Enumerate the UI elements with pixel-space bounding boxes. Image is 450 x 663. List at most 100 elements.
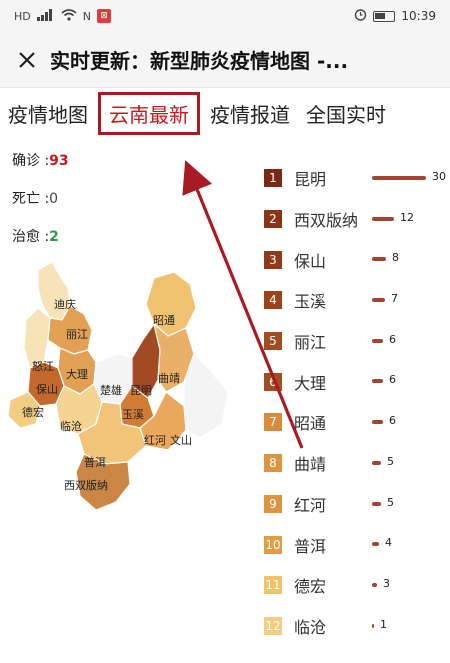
region-wenshan[interactable] xyxy=(183,352,229,439)
cured-value: 2 xyxy=(49,229,59,245)
rank-bar xyxy=(372,460,381,465)
status-bar: HD N ⊠ 10:39 xyxy=(0,0,450,32)
ranking-row[interactable]: 3 保山 8 xyxy=(264,239,450,280)
map-label-baoshan: 保山 xyxy=(36,382,58,396)
map-label-dali: 大理 xyxy=(66,367,88,381)
rank-value: 7 xyxy=(391,292,398,306)
status-right-icons: 10:39 xyxy=(354,8,436,24)
rank-bar xyxy=(372,176,426,180)
rank-city-name: 红河 xyxy=(294,495,327,515)
map-label-chuxiong: 楚雄 xyxy=(100,383,122,397)
tab-national-realtime[interactable]: 全国实时 xyxy=(298,99,394,128)
map-label-honghe: 红河 xyxy=(144,434,166,447)
rank-badge: 9 xyxy=(264,494,282,513)
rank-city-name: 玉溪 xyxy=(294,292,327,312)
rank-value: 5 xyxy=(387,495,394,509)
region-nujiang[interactable] xyxy=(23,307,51,369)
death-label: 死亡 : xyxy=(12,191,50,207)
rank-city-name: 西双版纳 xyxy=(294,211,359,231)
rank-badge: 4 xyxy=(264,291,282,310)
tab-yunnan-latest[interactable]: 云南最新 xyxy=(98,91,200,135)
rank-value: 6 xyxy=(389,414,396,428)
stat-death: 死亡 :0 xyxy=(12,188,69,210)
rank-city-name: 丽江 xyxy=(294,333,327,353)
status-left-icons: HD N ⊠ xyxy=(14,8,111,24)
rank-bar xyxy=(372,257,386,262)
nfc-icon: N xyxy=(82,9,91,23)
rank-value: 3 xyxy=(383,576,390,590)
map-label-zhaotong: 昭通 xyxy=(153,314,175,327)
yunnan-map[interactable]: 迪庆 丽江 怒江 昭通 大理 曲靖 保山 楚雄 昆明 德宏 玉溪 临沧 红河 文… xyxy=(8,258,240,520)
ranking-row[interactable]: 8 曲靖 5 xyxy=(264,443,450,484)
ranking-row[interactable]: 10 普洱 4 xyxy=(264,524,450,565)
app-notification-icon: ⊠ xyxy=(96,9,111,23)
rank-badge: 10 xyxy=(264,535,282,554)
rank-badge: 8 xyxy=(264,454,282,473)
map-label-qujing: 曲靖 xyxy=(158,372,180,385)
rank-city-name: 德宏 xyxy=(294,577,327,597)
stat-cured: 治愈 :2 xyxy=(12,226,69,248)
rank-badge: 11 xyxy=(264,576,282,595)
rank-bar xyxy=(372,420,383,425)
wifi-icon xyxy=(61,8,77,24)
rank-city-name: 昭通 xyxy=(294,414,327,434)
map-label-dehong: 德宏 xyxy=(22,405,44,419)
rank-value: 30 xyxy=(432,170,446,183)
map-label-puer: 普洱 xyxy=(84,455,106,469)
rank-bar xyxy=(372,582,377,587)
stats-panel: 确诊 :93 死亡 :0 治愈 :2 xyxy=(12,150,69,264)
rank-city-name: 保山 xyxy=(294,251,327,271)
ranking-row[interactable]: 11 德宏 3 xyxy=(264,565,450,606)
rank-value: 4 xyxy=(385,536,392,550)
hd-icon: HD xyxy=(14,9,31,23)
rank-city-name: 普洱 xyxy=(294,536,327,556)
map-label-lijiang: 丽江 xyxy=(66,328,88,341)
signal-4g-icon xyxy=(36,8,55,24)
page-title: 实时更新：新型肺炎疫情地图 -... xyxy=(50,49,349,73)
tab-epidemic-reports[interactable]: 疫情报道 xyxy=(202,99,298,128)
ranking-row[interactable]: 4 玉溪 7 xyxy=(264,280,450,321)
close-icon[interactable] xyxy=(14,47,40,73)
rank-value: 6 xyxy=(389,373,396,387)
stat-confirmed: 确诊 :93 xyxy=(12,150,69,172)
confirmed-value: 93 xyxy=(49,153,69,169)
battery-icon xyxy=(373,10,396,22)
map-label-nujiang: 怒江 xyxy=(32,359,54,373)
rank-badge: 12 xyxy=(264,616,282,635)
ranking-list: 1 昆明 30 2 西双版纳 12 3 保山 8 4 玉溪 7 5 丽江 6 6 大理 6 7 昭通 6 8 曲靖 5 9 红河 5… xyxy=(264,158,450,646)
rank-value: 8 xyxy=(392,251,399,265)
rank-badge: 2 xyxy=(264,210,282,229)
ranking-row[interactable]: 12 临沧 1 xyxy=(264,606,450,647)
map-label-diqing: 迪庆 xyxy=(54,297,76,311)
rank-value: 5 xyxy=(387,454,394,468)
death-value: 0 xyxy=(49,191,59,207)
ranking-row[interactable]: 7 昭通 6 xyxy=(264,402,450,443)
ranking-row[interactable]: 5 丽江 6 xyxy=(264,321,450,362)
rank-badge: 5 xyxy=(264,332,282,351)
ranking-row[interactable]: 2 西双版纳 12 xyxy=(264,199,450,240)
rank-bar xyxy=(372,623,374,628)
ranking-row[interactable]: 9 红河 5 xyxy=(264,484,450,525)
title-bar: 实时更新：新型肺炎疫情地图 -... xyxy=(0,32,450,88)
ranking-row[interactable]: 6 大理 6 xyxy=(264,361,450,402)
rank-city-name: 临沧 xyxy=(294,617,327,637)
rank-badge: 6 xyxy=(264,372,282,391)
cured-label: 治愈 : xyxy=(12,229,50,245)
map-label-kunming: 昆明 xyxy=(130,384,152,397)
rank-bar xyxy=(372,542,379,547)
map-label-wenshan: 文山 xyxy=(170,433,192,447)
rank-bar xyxy=(372,501,381,506)
rank-badge: 1 xyxy=(264,169,282,188)
rank-value: 6 xyxy=(389,332,396,346)
rank-bar xyxy=(372,379,383,384)
rank-bar xyxy=(372,338,383,343)
tab-bar: 疫情地图 云南最新 疫情报道 全国实时 xyxy=(0,88,450,138)
rank-value: 12 xyxy=(400,210,414,224)
tab-epidemic-map[interactable]: 疫情地图 xyxy=(0,99,96,128)
map-label-xishuangbanna: 西双版纳 xyxy=(64,478,108,492)
rank-badge: 3 xyxy=(264,250,282,269)
confirmed-label: 确诊 : xyxy=(12,153,50,169)
ranking-row[interactable]: 1 昆明 30 xyxy=(264,158,450,199)
rank-bar xyxy=(372,216,394,221)
status-time: 10:39 xyxy=(401,9,436,23)
